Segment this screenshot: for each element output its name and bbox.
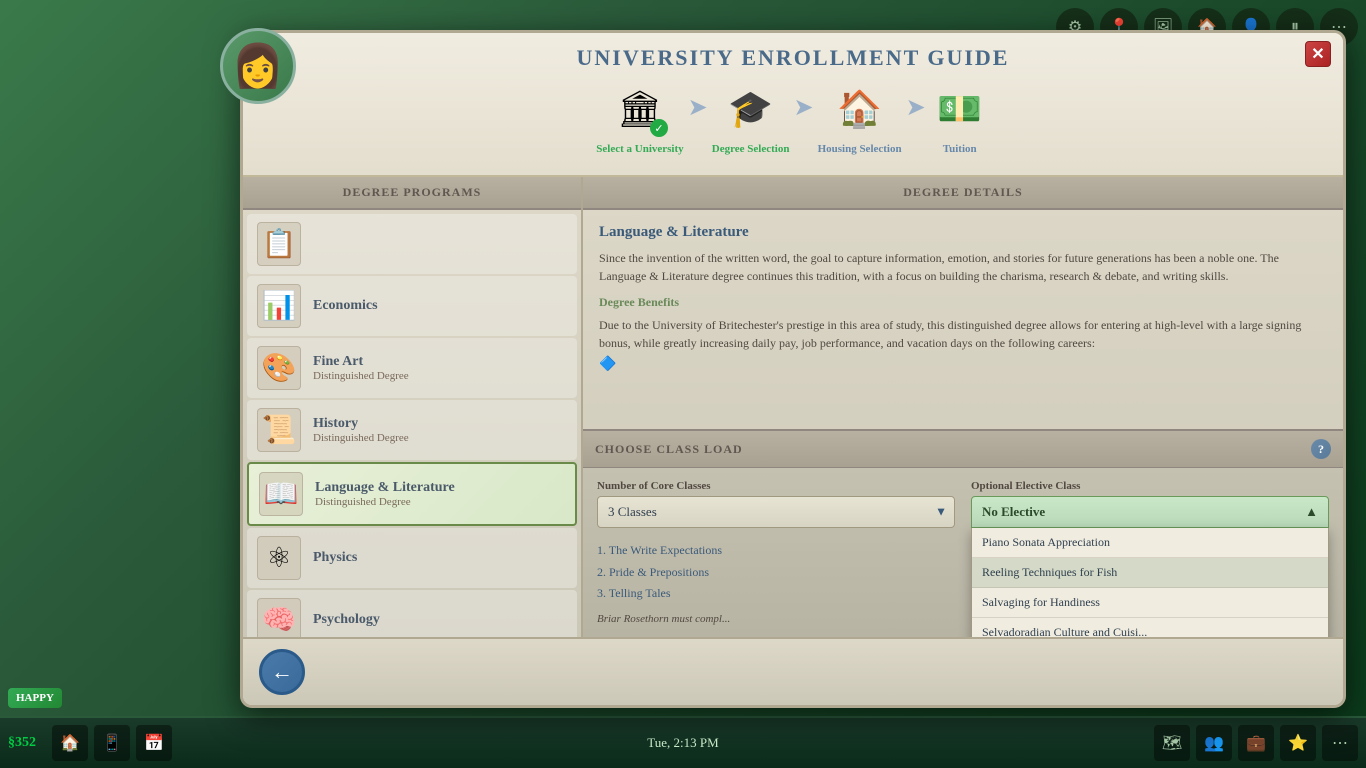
degree-benefits-title: Degree Benefits (599, 295, 1327, 310)
wizard-steps: 🏛 ✓ Select a University ➤ 🎓 Degree Selec… (263, 71, 1323, 167)
left-panel: Degree Programs 📋 📊 Economics 🎨 Fine Art (243, 177, 583, 637)
degree-item-history[interactable]: 📜 History Distinguished Degree (247, 400, 577, 460)
step-housing-icon: 🏠 (830, 79, 890, 139)
degree-language-name: Language & Literature (315, 480, 455, 496)
step-tuition-label: Tuition (943, 143, 977, 155)
close-button[interactable]: ✕ (1305, 41, 1331, 67)
elective-option-salvaging[interactable]: Salvaging for Handiness (972, 588, 1328, 618)
dialog-header: University Enrollment Guide ✕ 🏛 ✓ Select… (243, 33, 1343, 177)
taskbar-home-icon[interactable]: 🏠 (52, 725, 88, 761)
back-arrow-icon: ← (271, 659, 293, 685)
avatar: 👩 (220, 28, 296, 104)
elective-dropdown-list: Piano Sonata Appreciation Reeling Techni… (971, 528, 1329, 637)
taskbar-calendar-icon[interactable]: 📅 (136, 725, 172, 761)
core-classes-value: 3 Classes (608, 504, 657, 520)
degree-economics-name: Economics (313, 298, 378, 314)
step-degree-label: Degree Selection (712, 143, 790, 155)
elective-arrow-up-icon: ▲ (1305, 504, 1318, 520)
degree-list: 📋 📊 Economics 🎨 Fine Art Distinguished D… (243, 210, 581, 637)
elective-option-selvadoradian[interactable]: Selvadoradian Culture and Cuisi... (972, 618, 1328, 637)
degree-details-title: Degree Details (595, 185, 1331, 200)
elective-dropdown-selected[interactable]: No Elective ▲ (971, 496, 1329, 528)
degree-detail-description: Since the invention of the written word,… (599, 249, 1327, 285)
enrollment-dialog: University Enrollment Guide ✕ 🏛 ✓ Select… (240, 30, 1346, 708)
degree-physics-icon: ⚛ (257, 536, 301, 580)
class-load-title: Choose Class Load (595, 442, 743, 457)
taskbar-clock: Tue, 2:13 PM (647, 735, 718, 751)
step-university-label: Select a University (596, 143, 683, 155)
core-classes-group: Number of Core Classes 3 Classes ▼ (597, 480, 955, 528)
dialog-body: Degree Programs 📋 📊 Economics 🎨 Fine Art (243, 177, 1343, 637)
step-arrow-2: ➤ (793, 93, 813, 122)
degree-item-psychology[interactable]: 🧠 Psychology (247, 590, 577, 637)
taskbar-extras-icon[interactable]: ⋯ (1322, 725, 1358, 761)
class-load-body: Number of Core Classes 3 Classes ▼ Optio… (583, 468, 1343, 637)
step-degree-selection[interactable]: 🎓 Degree Selection (712, 79, 790, 155)
elective-selected-value: No Elective (982, 504, 1045, 520)
step-tuition-icon: 💵 (930, 79, 990, 139)
degree-economics-icon: 📊 (257, 284, 301, 328)
elective-label: Optional Elective Class (971, 480, 1329, 492)
taskbar-phone-icon[interactable]: 📱 (94, 725, 130, 761)
career-icon: 🔷 (599, 356, 1327, 373)
degree-history-name: History (313, 416, 409, 432)
degree-item-fine-art[interactable]: 🎨 Fine Art Distinguished Degree (247, 338, 577, 398)
core-classes-dropdown[interactable]: 3 Classes (597, 496, 955, 528)
degree-language-sub: Distinguished Degree (315, 496, 455, 508)
degree-fine-art-sub: Distinguished Degree (313, 370, 409, 382)
class-load-section: Choose Class Load ? Number of Core Class… (583, 429, 1343, 637)
degree-fine-art-icon: 🎨 (257, 346, 301, 390)
step-select-university[interactable]: 🏛 ✓ Select a University (596, 79, 683, 155)
degree-history-sub: Distinguished Degree (313, 432, 409, 444)
degree-unknown-icon: 📋 (257, 222, 301, 266)
degree-physics-name: Physics (313, 550, 357, 566)
degree-item-economics[interactable]: 📊 Economics (247, 276, 577, 336)
elective-dropdown-container: No Elective ▲ Piano Sonata Appreciation … (971, 496, 1329, 528)
taskbar-icons: 🏠 📱 📅 (52, 725, 172, 761)
taskbar-map-icon[interactable]: 🗺 (1154, 725, 1190, 761)
degree-language-icon: 📖 (259, 472, 303, 516)
right-panel: Degree Details Language & Literature Sin… (583, 177, 1343, 637)
back-button[interactable]: ← (259, 649, 305, 695)
step-university-icon: 🏛 ✓ (610, 79, 670, 139)
degree-item-language-literature[interactable]: 📖 Language & Literature Distinguished De… (247, 462, 577, 526)
taskbar: §352 🏠 📱 📅 Tue, 2:13 PM 🗺 👥 💼 ⭐ ⋯ (0, 716, 1366, 768)
step-housing-label: Housing Selection (818, 143, 902, 155)
degree-details-header: Degree Details (583, 177, 1343, 210)
degree-detail-name: Language & Literature (599, 224, 1327, 241)
degree-item-physics[interactable]: ⚛ Physics (247, 528, 577, 588)
core-classes-label: Number of Core Classes (597, 480, 955, 492)
degree-item-unknown[interactable]: 📋 (247, 214, 577, 274)
elective-option-piano[interactable]: Piano Sonata Appreciation (972, 528, 1328, 558)
degree-programs-header: Degree Programs (243, 177, 581, 210)
step-check-icon: ✓ (650, 119, 668, 137)
bottom-navigation: ← (243, 637, 1343, 705)
step-tuition[interactable]: 💵 Tuition (930, 79, 990, 155)
degree-psychology-name: Psychology (313, 612, 380, 628)
step-housing[interactable]: 🏠 Housing Selection (818, 79, 902, 155)
class-load-header: Choose Class Load ? (583, 431, 1343, 468)
step-arrow-3: ➤ (906, 93, 926, 122)
mood-badge: HAPPY (8, 688, 62, 708)
degree-detail-content: Language & Literature Since the inventio… (583, 210, 1343, 429)
degree-history-icon: 📜 (257, 408, 301, 452)
degree-programs-title: Degree Programs (255, 185, 569, 200)
degree-fine-art-name: Fine Art (313, 354, 409, 370)
dialog-title: University Enrollment Guide (263, 45, 1323, 71)
taskbar-right-icons: 🗺 👥 💼 ⭐ ⋯ (1154, 725, 1358, 761)
core-dropdown-wrapper: 3 Classes ▼ (597, 496, 955, 528)
step-degree-icon: 🎓 (721, 79, 781, 139)
money-display: §352 (8, 735, 36, 751)
elective-option-reeling[interactable]: Reeling Techniques for Fish (972, 558, 1328, 588)
step-arrow-1: ➤ (688, 93, 708, 122)
taskbar-career-icon[interactable]: 💼 (1238, 725, 1274, 761)
degree-psychology-icon: 🧠 (257, 598, 301, 637)
taskbar-skills-icon[interactable]: ⭐ (1280, 725, 1316, 761)
class-selectors: Number of Core Classes 3 Classes ▼ Optio… (597, 480, 1329, 528)
taskbar-social-icon[interactable]: 👥 (1196, 725, 1232, 761)
elective-group: Optional Elective Class No Elective ▲ Pi… (971, 480, 1329, 528)
degree-benefits-text: Due to the University of Britechester's … (599, 316, 1327, 352)
help-button[interactable]: ? (1311, 439, 1331, 459)
